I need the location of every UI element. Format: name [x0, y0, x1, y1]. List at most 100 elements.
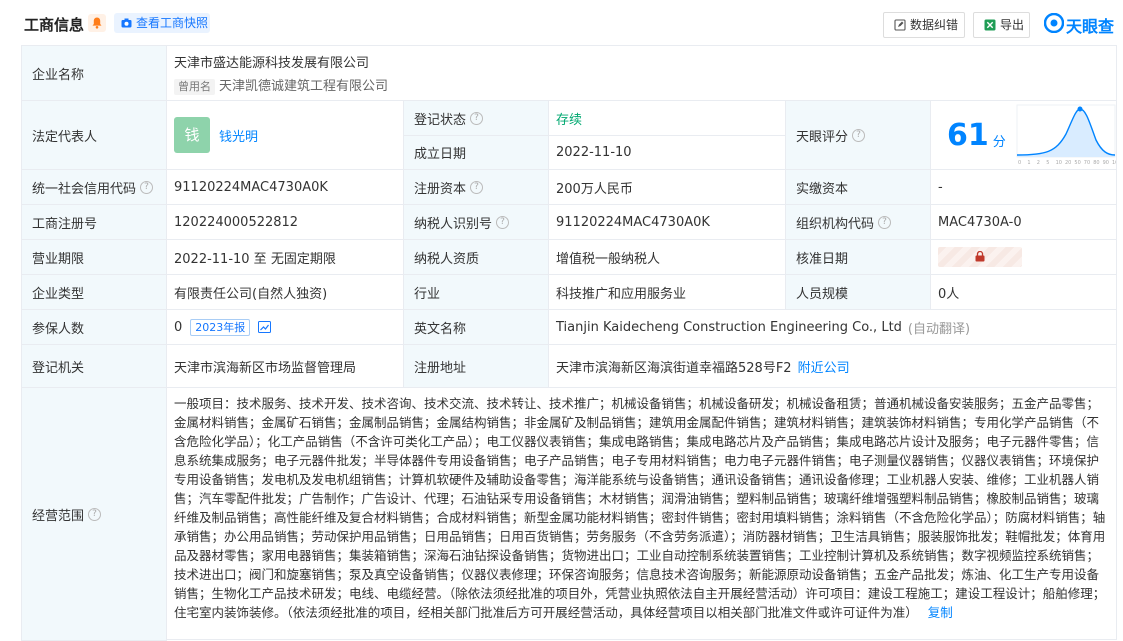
insured-value: 0: [174, 319, 183, 335]
company-type-cell: 有限责任公司(自然人独资): [166, 274, 404, 310]
monitor-bell-button[interactable]: [88, 14, 106, 32]
section-title: 工商信息: [24, 16, 85, 34]
paid-capital-label-text: 实缴资本: [796, 181, 849, 197]
question-icon[interactable]: ?: [470, 111, 484, 125]
company-type-label: 企业类型: [21, 274, 167, 310]
paid-capital-label: 实缴资本: [785, 169, 931, 205]
excel-icon: [984, 19, 996, 31]
vip-locked-placeholder[interactable]: [938, 247, 1022, 267]
question-icon[interactable]: ?: [140, 180, 154, 194]
reg-no-value: 120224000522812: [174, 214, 299, 230]
score-axis-tick: 90: [1102, 160, 1108, 166]
question-icon[interactable]: ?: [470, 180, 484, 194]
reg-address-label: 注册地址: [403, 344, 549, 388]
score-axis-tick: 50: [1074, 160, 1080, 166]
found-date-value: 2022-11-10: [556, 145, 632, 160]
question-icon[interactable]: ?: [878, 215, 892, 229]
reg-no-label-text: 工商注册号: [32, 216, 98, 232]
score-label: 天眼评分?: [785, 100, 931, 170]
reg-authority-label: 登记机关: [21, 344, 167, 388]
taxpayer-qual-label: 纳税人资质: [403, 239, 549, 275]
view-snapshot-button[interactable]: 查看工商快照: [114, 13, 210, 33]
company-name-label: 企业名称: [21, 45, 167, 101]
nearby-companies-link[interactable]: 附近公司: [798, 357, 850, 376]
score-label-text: 天眼评分: [796, 129, 849, 145]
edit-icon: [894, 19, 906, 31]
taxpayer-qual-cell: 增值税一般纳税人: [548, 239, 786, 275]
scope-label: 经营范围?: [21, 387, 167, 641]
lock-icon: [975, 251, 985, 262]
org-code-label: 组织机构代码?: [785, 204, 931, 240]
taxpayer-id-label: 纳税人识别号?: [403, 204, 549, 240]
legal-rep-label: 法定代表人: [21, 100, 167, 170]
tianyancha-logo-icon: [1044, 13, 1064, 33]
trend-chart-icon[interactable]: [258, 321, 272, 333]
industry-label-text: 行业: [414, 286, 441, 302]
term-label-text: 营业期限: [32, 251, 85, 267]
business-info-table: 企业名称 天津市盛达能源科技发展有限公司 曾用名 天津凯德诚建筑工程有限公司 法定…: [21, 45, 1117, 641]
view-snapshot-label: 查看工商快照: [136, 16, 209, 30]
approve-date-cell[interactable]: [930, 239, 1117, 275]
insured-label-text: 参保人数: [32, 321, 85, 337]
export-button[interactable]: 导出: [973, 12, 1030, 38]
reg-capital-label: 注册资本?: [403, 169, 549, 205]
taxpayer-qual-label-text: 纳税人资质: [414, 251, 480, 267]
score-cell[interactable]: 61 分 01 25 10 2050 708090 100: [930, 100, 1117, 170]
export-label: 导出: [1000, 18, 1025, 32]
en-name-label: 英文名称: [403, 309, 549, 345]
legal-rep-cell: 钱 钱光明: [166, 100, 404, 170]
reg-no-cell: 120224000522812: [166, 204, 404, 240]
industry-label: 行业: [403, 274, 549, 310]
org-code-label-text: 组织机构代码: [796, 216, 875, 232]
question-icon[interactable]: ?: [852, 128, 866, 142]
term-label: 营业期限: [21, 239, 167, 275]
reg-authority-label-text: 登记机关: [32, 360, 85, 376]
score-axis-tick: 100: [1112, 160, 1116, 166]
approve-date-label-text: 核准日期: [796, 251, 849, 267]
scope-text: 一般项目：技术服务、技术开发、技术咨询、技术交流、技术转让、技术推广；机械设备销…: [174, 396, 1106, 620]
credit-code-cell: 91120224MAC4730A0K: [166, 169, 404, 205]
found-date-cell: 2022-11-10: [548, 135, 786, 170]
reg-address-value: 天津市滨海新区海滨街道幸福路528号F2: [556, 360, 792, 376]
term-cell: 2022-11-10 至 无固定期限: [166, 239, 404, 275]
reg-address-label-text: 注册地址: [414, 360, 467, 376]
score-axis-tick: 0: [1018, 160, 1021, 166]
term-value: 2022-11-10 至 无固定期限: [174, 251, 336, 267]
reg-address-cell: 天津市滨海新区海滨街道幸福路528号F2 附近公司: [548, 344, 1117, 388]
scope-cell: 一般项目：技术服务、技术开发、技术咨询、技术交流、技术转让、技术推广；机械设备销…: [166, 387, 1117, 640]
en-name-value: Tianjin Kaidecheng Construction Engineer…: [556, 319, 902, 335]
credit-code-label: 统一社会信用代码?: [21, 169, 167, 205]
reg-no-label: 工商注册号: [21, 204, 167, 240]
score-axis-tick: 70: [1084, 160, 1090, 166]
camera-icon: [121, 18, 132, 28]
scope-label-text: 经营范围: [32, 508, 85, 524]
reg-status-label-text: 登记状态: [414, 112, 467, 128]
staff-size-label-text: 人员规模: [796, 286, 849, 302]
former-name-value: 天津凯德诚建筑工程有限公司: [219, 78, 389, 94]
score-axis-tick: 1: [1027, 160, 1030, 166]
bell-icon: [92, 17, 102, 29]
company-name-label-text: 企业名称: [32, 67, 85, 83]
score-value: 61: [947, 117, 989, 153]
score-axis-tick: 20: [1065, 160, 1071, 166]
company-type-value: 有限责任公司(自然人独资): [174, 286, 328, 302]
company-type-label-text: 企业类型: [32, 286, 85, 302]
copy-button[interactable]: 复制: [928, 605, 953, 620]
org-code-cell: MAC4730A-0: [930, 204, 1117, 240]
legal-rep-link[interactable]: 钱光明: [219, 126, 258, 145]
insured-label: 参保人数: [21, 309, 167, 345]
score-axis-tick: 2: [1037, 160, 1040, 166]
found-date-label-text: 成立日期: [414, 147, 467, 162]
taxpayer-qual-value: 增值税一般纳税人: [556, 251, 661, 267]
data-fix-button[interactable]: 数据纠错: [883, 12, 965, 38]
legal-rep-label-text: 法定代表人: [32, 129, 98, 145]
former-name-tag: 曾用名: [174, 78, 215, 95]
question-icon[interactable]: ?: [496, 215, 510, 229]
reg-status-cell: 存续: [548, 100, 786, 136]
industry-cell: 科技推广和应用服务业: [548, 274, 786, 310]
annual-report-year-tag[interactable]: 2023年报: [190, 318, 251, 336]
score-axis-tick: 5: [1046, 160, 1049, 166]
svg-text:0125102050708090100: 01 25 10 2050 708090 100: [1018, 160, 1116, 166]
question-icon[interactable]: ?: [88, 507, 102, 521]
company-name-value: 天津市盛达能源科技发展有限公司: [174, 55, 370, 71]
